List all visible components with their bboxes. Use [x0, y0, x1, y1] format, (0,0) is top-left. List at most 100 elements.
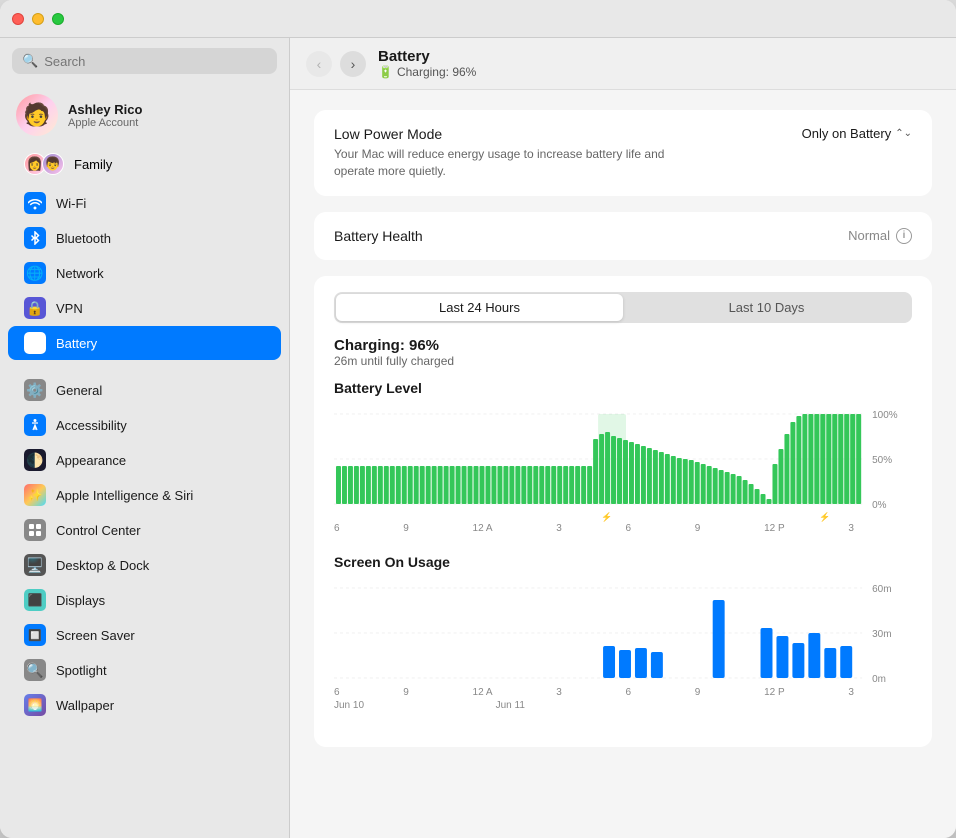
sidebar-section-system: ⚙️ General Accessibility 🌓 Appearance	[0, 373, 289, 723]
sidebar-item-siri[interactable]: ✨ Apple Intelligence & Siri	[8, 478, 281, 512]
sidebar-item-displays[interactable]: ⬛ Displays	[8, 583, 281, 617]
displays-icon: ⬛	[24, 589, 46, 611]
family-avatars: 👩 👦	[24, 153, 64, 175]
displays-label: Displays	[56, 593, 105, 608]
system-preferences-window: 🔍 🧑 Ashley Rico Apple Account 👩 👦 Family	[0, 0, 956, 838]
content-area: 🔍 🧑 Ashley Rico Apple Account 👩 👦 Family	[0, 38, 956, 838]
page-subtitle: 🔋 Charging: 96%	[378, 65, 476, 79]
screen-saver-label: Screen Saver	[56, 628, 135, 643]
battery-level-chart: Battery Level	[334, 380, 912, 534]
tab-last-24-hours[interactable]: Last 24 Hours	[336, 294, 623, 321]
charging-pct: Charging: 96%	[334, 337, 912, 354]
sidebar-item-vpn[interactable]: 🔒 VPN	[8, 291, 281, 325]
user-profile[interactable]: 🧑 Ashley Rico Apple Account	[0, 84, 289, 146]
header-title-area: Battery 🔋 Charging: 96%	[378, 48, 476, 79]
sidebar-item-control-center[interactable]: Control Center	[8, 513, 281, 547]
charging-time: 26m until fully charged	[334, 354, 912, 368]
maximize-button[interactable]	[52, 13, 64, 25]
back-button[interactable]: ‹	[306, 51, 332, 77]
screen-usage-chart: Screen On Usage	[334, 554, 912, 711]
main-header: ‹ › Battery 🔋 Charging: 96%	[290, 38, 956, 90]
appearance-label: Appearance	[56, 453, 126, 468]
battery-level-label: Battery Level	[334, 380, 912, 396]
svg-text:100%: 100%	[872, 410, 898, 421]
control-center-icon	[24, 519, 46, 541]
info-button[interactable]: i	[896, 228, 912, 244]
low-power-left: Low Power Mode Your Mac will reduce ener…	[334, 126, 802, 180]
sidebar-item-appearance[interactable]: 🌓 Appearance	[8, 443, 281, 477]
vpn-label: VPN	[56, 301, 83, 316]
forward-button[interactable]: ›	[340, 51, 366, 77]
user-name: Ashley Rico	[68, 102, 142, 117]
screen-x-labels: 6 9 12 A 3 6 9 12 P 3	[334, 687, 912, 698]
tab-switcher: Last 24 Hours Last 10 Days	[334, 292, 912, 323]
sidebar-item-general[interactable]: ⚙️ General	[8, 373, 281, 407]
battery-x-labels: 6 9 12 A 3 6 9 12 P 3	[334, 523, 912, 534]
spotlight-label: Spotlight	[56, 663, 107, 678]
sidebar-item-family[interactable]: 👩 👦 Family	[8, 146, 281, 182]
accessibility-icon	[24, 414, 46, 436]
sidebar-item-network[interactable]: 🌐 Network	[8, 256, 281, 290]
siri-icon: ✨	[24, 484, 46, 506]
battery-chart-container: 100% 50% 0% ⚡ ⚡ 6 9 12 A	[334, 404, 912, 534]
battery-label: Battery	[56, 336, 97, 351]
sidebar-item-wifi[interactable]: Wi-Fi	[8, 186, 281, 220]
main-content: ‹ › Battery 🔋 Charging: 96% Low Po	[290, 38, 956, 838]
accessibility-label: Accessibility	[56, 418, 127, 433]
search-bar[interactable]: 🔍	[12, 48, 277, 74]
user-sub: Apple Account	[68, 117, 142, 129]
traffic-lights	[12, 13, 64, 25]
battery-level-svg: 100% 50% 0% ⚡ ⚡	[334, 404, 912, 524]
wifi-icon	[24, 192, 46, 214]
wallpaper-label: Wallpaper	[56, 698, 114, 713]
sidebar-item-desktop-dock[interactable]: 🖥️ Desktop & Dock	[8, 548, 281, 582]
svg-text:⚡: ⚡	[819, 511, 830, 523]
health-right: Normal i	[848, 228, 912, 244]
general-label: General	[56, 383, 102, 398]
sidebar-item-wallpaper[interactable]: 🌅 Wallpaper	[8, 688, 281, 722]
spotlight-icon: 🔍	[24, 659, 46, 681]
health-row: Battery Health Normal i	[334, 228, 912, 244]
bluetooth-icon	[24, 227, 46, 249]
low-power-title: Low Power Mode	[334, 126, 802, 142]
battery-health-label: Battery Health	[334, 228, 423, 244]
sidebar-item-spotlight[interactable]: 🔍 Spotlight	[8, 653, 281, 687]
desktop-dock-label: Desktop & Dock	[56, 558, 149, 573]
desktop-dock-icon: 🖥️	[24, 554, 46, 576]
battery-icon: 🔋	[24, 332, 46, 354]
vpn-icon: 🔒	[24, 297, 46, 319]
family-label: Family	[74, 157, 112, 172]
wallpaper-icon: 🌅	[24, 694, 46, 716]
battery-charging-icon: 🔋	[378, 65, 393, 79]
svg-text:⚡: ⚡	[601, 511, 612, 523]
minimize-button[interactable]	[32, 13, 44, 25]
svg-text:0%: 0%	[872, 500, 887, 511]
sidebar-item-screen-saver[interactable]: 🔲 Screen Saver	[8, 618, 281, 652]
sidebar-item-accessibility[interactable]: Accessibility	[8, 408, 281, 442]
nav-arrows: ‹ ›	[306, 51, 366, 77]
close-button[interactable]	[12, 13, 24, 25]
battery-health-card: Battery Health Normal i	[314, 212, 932, 260]
low-power-select[interactable]: Only on Battery ⌃⌄	[802, 126, 912, 141]
wifi-label: Wi-Fi	[56, 196, 86, 211]
sidebar-item-bluetooth[interactable]: Bluetooth	[8, 221, 281, 255]
low-power-option: Only on Battery	[802, 126, 892, 141]
tab-last-10-days[interactable]: Last 10 Days	[623, 294, 910, 321]
screen-chart-container: 60m 30m 0m 6 9 12 A 3 6 9	[334, 578, 912, 711]
sidebar-section-network: Wi-Fi Bluetooth 🌐 Network 🔒 VPN	[0, 186, 289, 361]
battery-health-status: Normal	[848, 228, 890, 243]
user-info: Ashley Rico Apple Account	[68, 102, 142, 129]
titlebar	[0, 0, 956, 38]
screen-saver-icon: 🔲	[24, 624, 46, 646]
sidebar-item-battery[interactable]: 🔋 Battery	[8, 326, 281, 360]
general-icon: ⚙️	[24, 379, 46, 401]
family-avatar-2: 👦	[42, 153, 64, 175]
screen-usage-label: Screen On Usage	[334, 554, 912, 570]
low-power-desc: Your Mac will reduce energy usage to inc…	[334, 146, 674, 180]
screen-date-labels: Jun 10 Jun 11	[334, 700, 912, 711]
svg-text:50%: 50%	[872, 455, 892, 466]
select-arrows-icon: ⌃⌄	[895, 128, 912, 139]
svg-text:30m: 30m	[872, 629, 891, 640]
search-input[interactable]	[44, 54, 267, 69]
svg-text:60m: 60m	[872, 584, 891, 595]
